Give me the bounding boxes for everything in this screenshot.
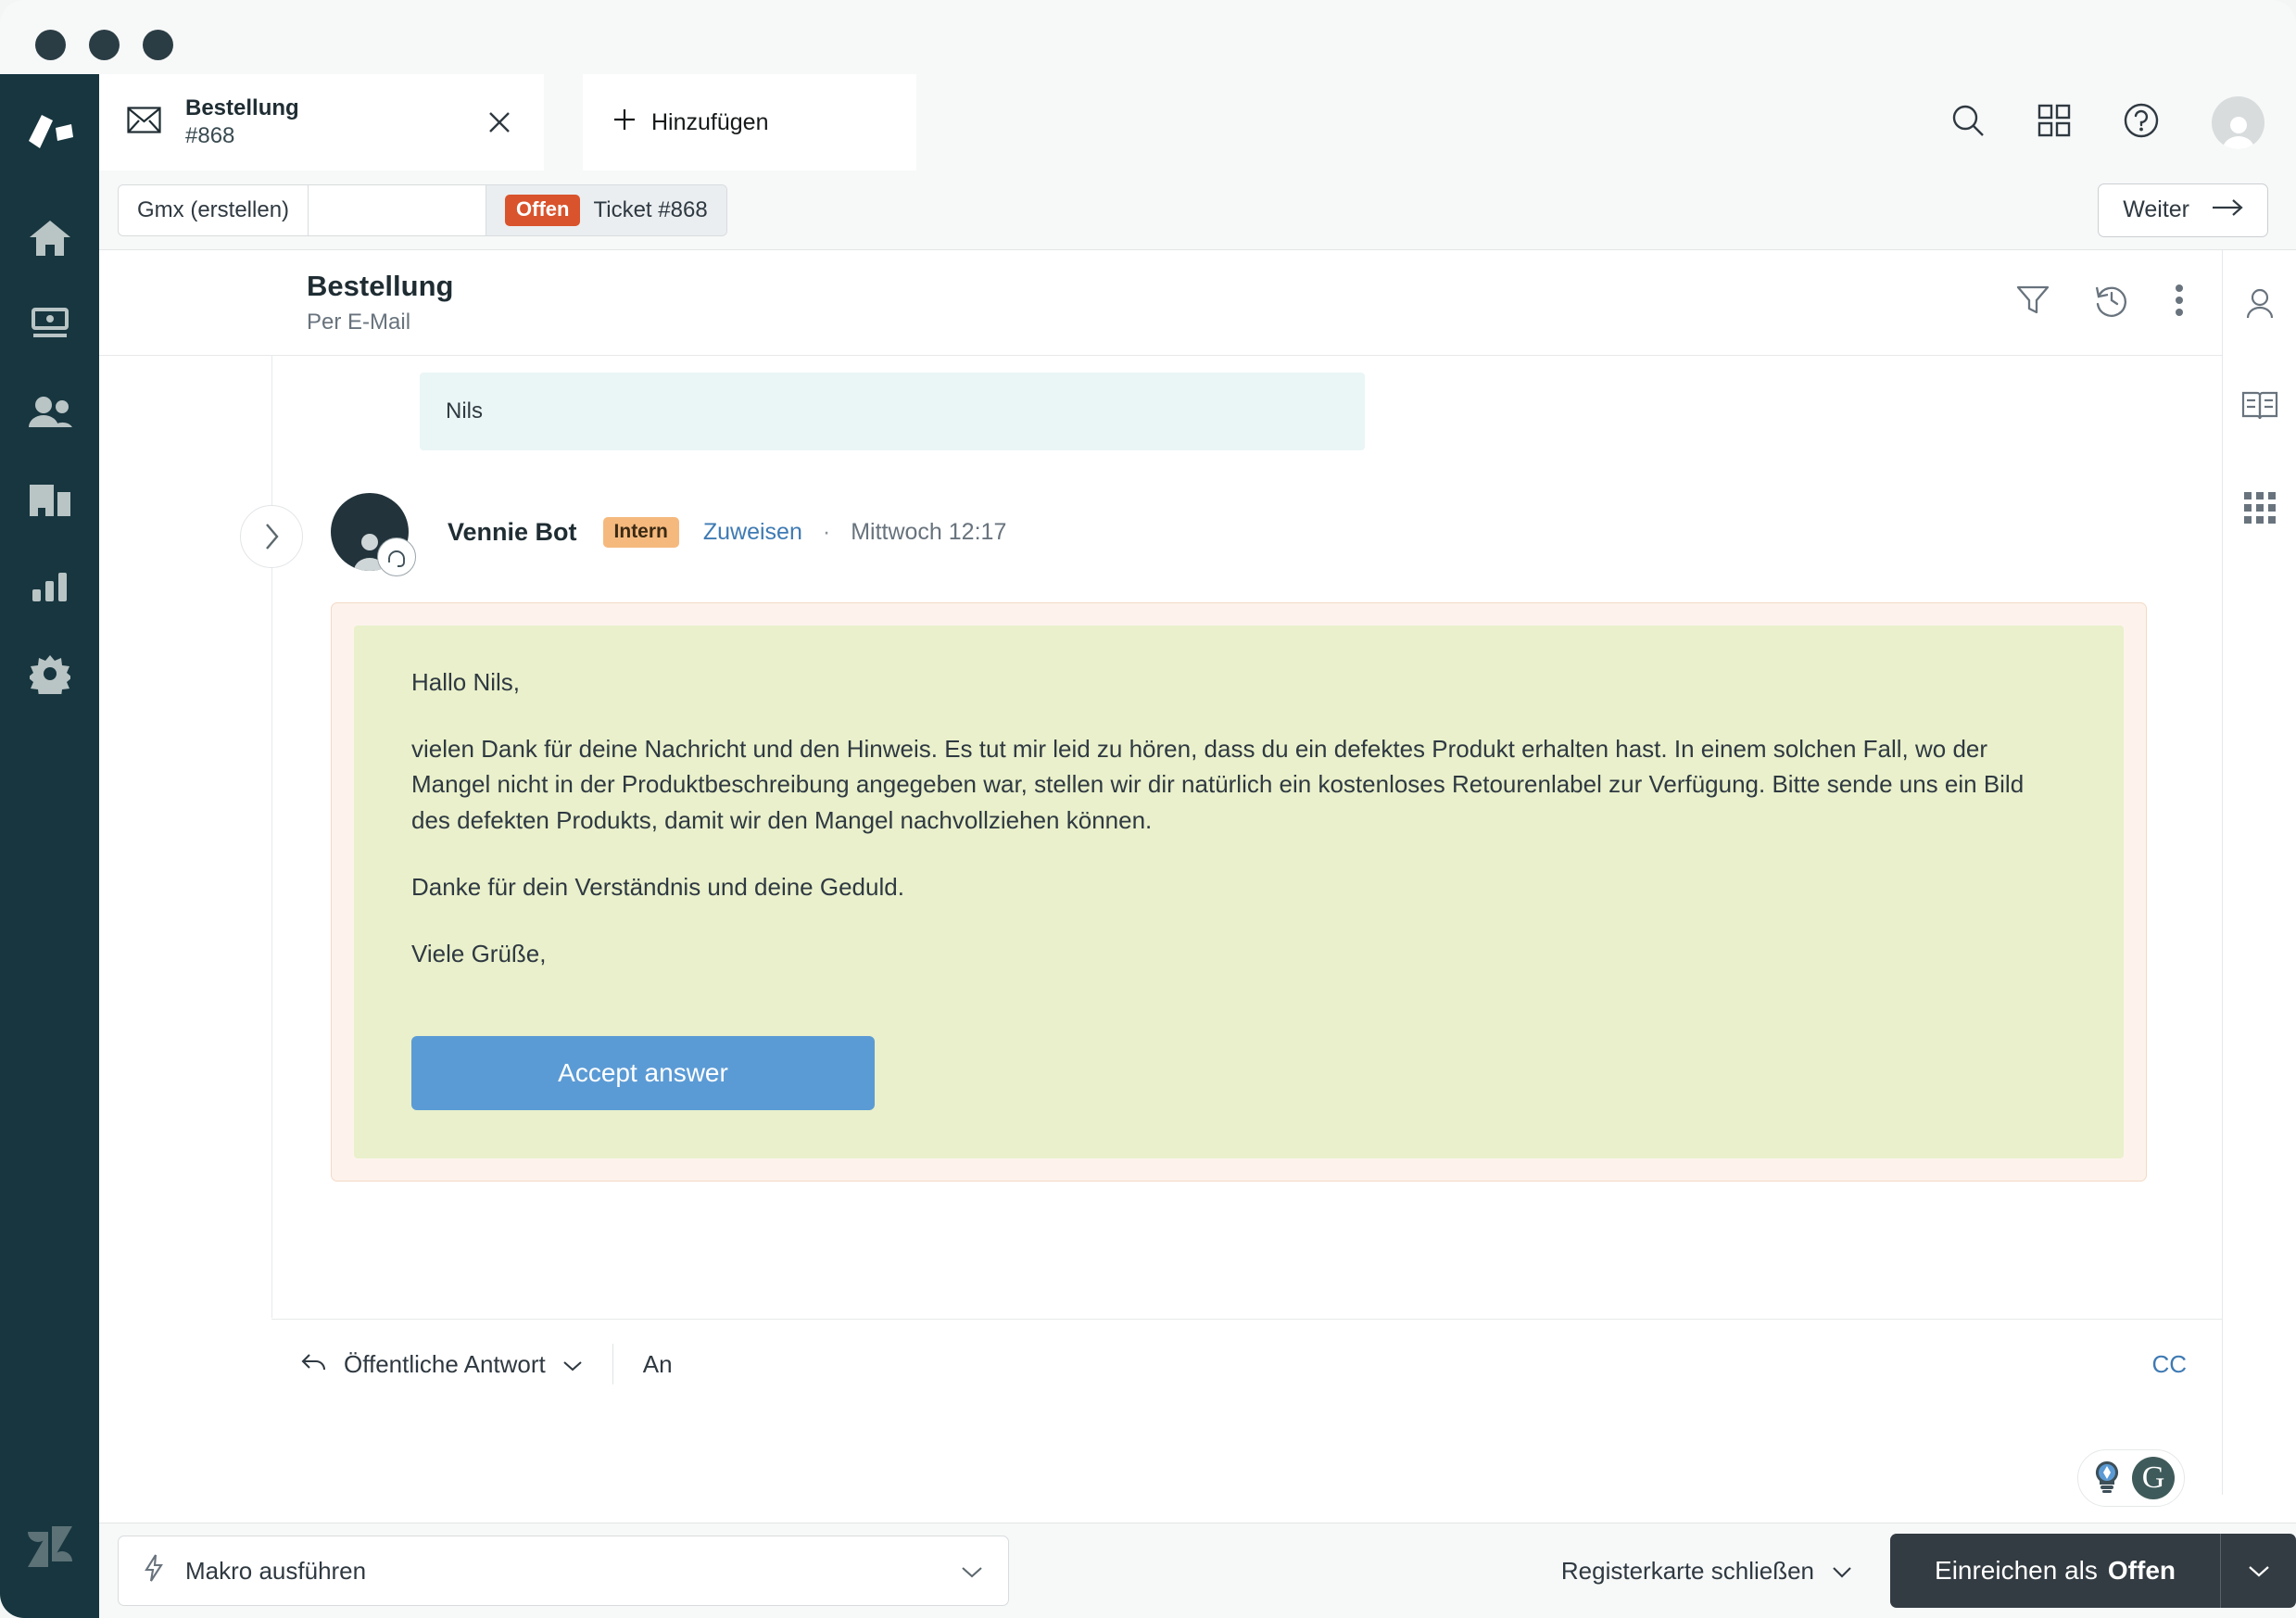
- macro-select[interactable]: Makro ausführen: [118, 1536, 1009, 1606]
- message-paragraph: Hallo Nils,: [411, 668, 521, 696]
- tab-bar: Bestellung #868 Hinzufügen: [99, 74, 2296, 171]
- sidebar-item-admin[interactable]: [17, 630, 83, 717]
- window-maximize-button[interactable]: [143, 30, 173, 60]
- next-button[interactable]: Weiter: [2098, 183, 2268, 237]
- app-surface: Bestellung #868 Hinzufügen Gmx (erstelle…: [99, 74, 2296, 1618]
- knowledge-book-icon[interactable]: [2232, 378, 2288, 434]
- message-paragraph: Danke für dein Verständnis und deine Ged…: [411, 872, 904, 901]
- submit-group: Einreichen als Offen: [1890, 1534, 2296, 1608]
- suggested-answer-body: Hallo Nils, vielen Dank für deine Nachri…: [354, 626, 2124, 1159]
- close-tab-button[interactable]: Registerkarte schließen: [1561, 1557, 1853, 1586]
- message-author: Vennie Bot: [448, 517, 577, 546]
- top-bar-actions: [1950, 74, 2264, 171]
- next-button-label: Weiter: [2123, 196, 2189, 222]
- traffic-lights: [35, 30, 173, 60]
- user-profile-icon[interactable]: [2232, 276, 2288, 332]
- reply-channel-label: Öffentliche Antwort: [344, 1349, 546, 1378]
- primary-sidebar: [0, 74, 99, 1618]
- more-options-icon[interactable]: [2174, 283, 2185, 322]
- chevron-down-icon: [562, 1350, 583, 1379]
- add-tab-button[interactable]: Hinzufügen: [583, 74, 916, 171]
- sidebar-item-views[interactable]: [17, 282, 83, 369]
- accept-answer-button[interactable]: Accept answer: [411, 1036, 875, 1111]
- brand-logo-icon[interactable]: [25, 113, 75, 158]
- sidebar-item-customers[interactable]: [17, 369, 83, 456]
- plus-icon: [612, 107, 637, 138]
- conversation-feed: Nils Vennie Bot Intern Zuweisen · Mittwo…: [99, 356, 2222, 1320]
- message-timestamp: Mittwoch 12:17: [851, 518, 1007, 545]
- search-icon[interactable]: [1950, 103, 1986, 143]
- bot-headset-icon: [377, 537, 416, 576]
- mail-icon: [127, 107, 161, 138]
- filter-icon[interactable]: [2016, 284, 2050, 321]
- tab-title: Bestellung: [185, 95, 299, 120]
- status-badge: Offen: [505, 194, 581, 226]
- writing-assist-badges: G: [2077, 1449, 2185, 1507]
- user-avatar[interactable]: [2212, 95, 2264, 149]
- apps-grid-icon[interactable]: [2037, 104, 2071, 142]
- submit-status-label: Offen: [2107, 1556, 2176, 1585]
- window-minimize-button[interactable]: [89, 30, 120, 60]
- grammarly-icon[interactable]: G: [2132, 1457, 2175, 1499]
- submit-prefix-label: Einreichen als: [1935, 1556, 2098, 1585]
- message-header: Vennie Bot Intern Zuweisen · Mittwoch 12…: [271, 493, 2166, 576]
- cc-link[interactable]: CC: [2151, 1350, 2187, 1379]
- chevron-down-icon: [1831, 1557, 1853, 1586]
- avatar[interactable]: [331, 493, 416, 576]
- breadcrumb-bar: Gmx (erstellen) Offen Ticket #868 Weiter: [99, 171, 2296, 250]
- message-paragraph: Viele Grüße,: [411, 940, 547, 968]
- close-icon[interactable]: [481, 104, 518, 141]
- internal-note-badge: Intern: [602, 516, 679, 548]
- breadcrumb-item-current[interactable]: Offen Ticket #868: [486, 184, 726, 235]
- prior-message-text: Nils: [446, 398, 483, 423]
- macro-select-label: Makro ausführen: [185, 1556, 367, 1585]
- breadcrumb-current-label: Ticket #868: [593, 196, 708, 222]
- ticket-footer: Makro ausführen Registerkarte schließen …: [99, 1523, 2296, 1618]
- history-icon[interactable]: [2094, 283, 2129, 322]
- help-circle-icon[interactable]: [2123, 102, 2160, 144]
- context-panel-rail: [2222, 250, 2296, 1495]
- sidebar-item-reporting[interactable]: [17, 543, 83, 630]
- tab-ticket-bestellung[interactable]: Bestellung #868: [99, 74, 544, 171]
- submit-button[interactable]: Einreichen als Offen: [1890, 1534, 2220, 1608]
- ticket-channel-label: Per E-Mail: [307, 309, 411, 335]
- close-tab-label: Registerkarte schließen: [1560, 1556, 1815, 1585]
- grammarly-letter: G: [2141, 1460, 2165, 1495]
- breadcrumb-item-channel[interactable]: Gmx (erstellen): [119, 185, 308, 235]
- assign-link[interactable]: Zuweisen: [703, 519, 802, 546]
- lightning-icon: [143, 1553, 165, 1589]
- page-title: Bestellung: [307, 270, 454, 303]
- sidebar-item-home[interactable]: [17, 195, 83, 282]
- ticket-header: Bestellung Per E-Mail: [99, 250, 2222, 356]
- meta-separator: ·: [822, 518, 831, 545]
- breadcrumb: Gmx (erstellen) Offen Ticket #868: [118, 183, 727, 236]
- ticket-header-actions: [2016, 283, 2185, 322]
- zendesk-logo-icon: [26, 1524, 74, 1574]
- reply-arrow-icon: [301, 1350, 327, 1379]
- arrow-right-icon: [2212, 196, 2243, 223]
- suggested-answer-card: Hallo Nils, vielen Dank für deine Nachri…: [331, 602, 2147, 1182]
- sidebar-item-organizations[interactable]: [17, 456, 83, 543]
- window-close-button[interactable]: [35, 30, 66, 60]
- apps-grid-icon[interactable]: [2232, 480, 2288, 536]
- breadcrumb-item-empty[interactable]: [308, 184, 486, 235]
- message-paragraph: vielen Dank für deine Nachricht und den …: [411, 735, 2025, 834]
- submit-options-button[interactable]: [2220, 1534, 2296, 1608]
- composer-divider: [612, 1344, 613, 1384]
- reply-channel-select[interactable]: Öffentliche Antwort: [301, 1350, 583, 1379]
- recipient-field[interactable]: An: [643, 1350, 673, 1379]
- composer-header: Öffentliche Antwort An CC: [271, 1320, 2222, 1409]
- prior-message-bubble[interactable]: Nils: [420, 373, 1365, 450]
- chevron-down-icon: [960, 1557, 984, 1586]
- lightbulb-icon[interactable]: [2088, 1457, 2126, 1500]
- tab-subtitle: #868: [185, 123, 235, 148]
- expand-conversation-button[interactable]: [240, 505, 303, 568]
- add-tab-label: Hinzufügen: [651, 108, 769, 135]
